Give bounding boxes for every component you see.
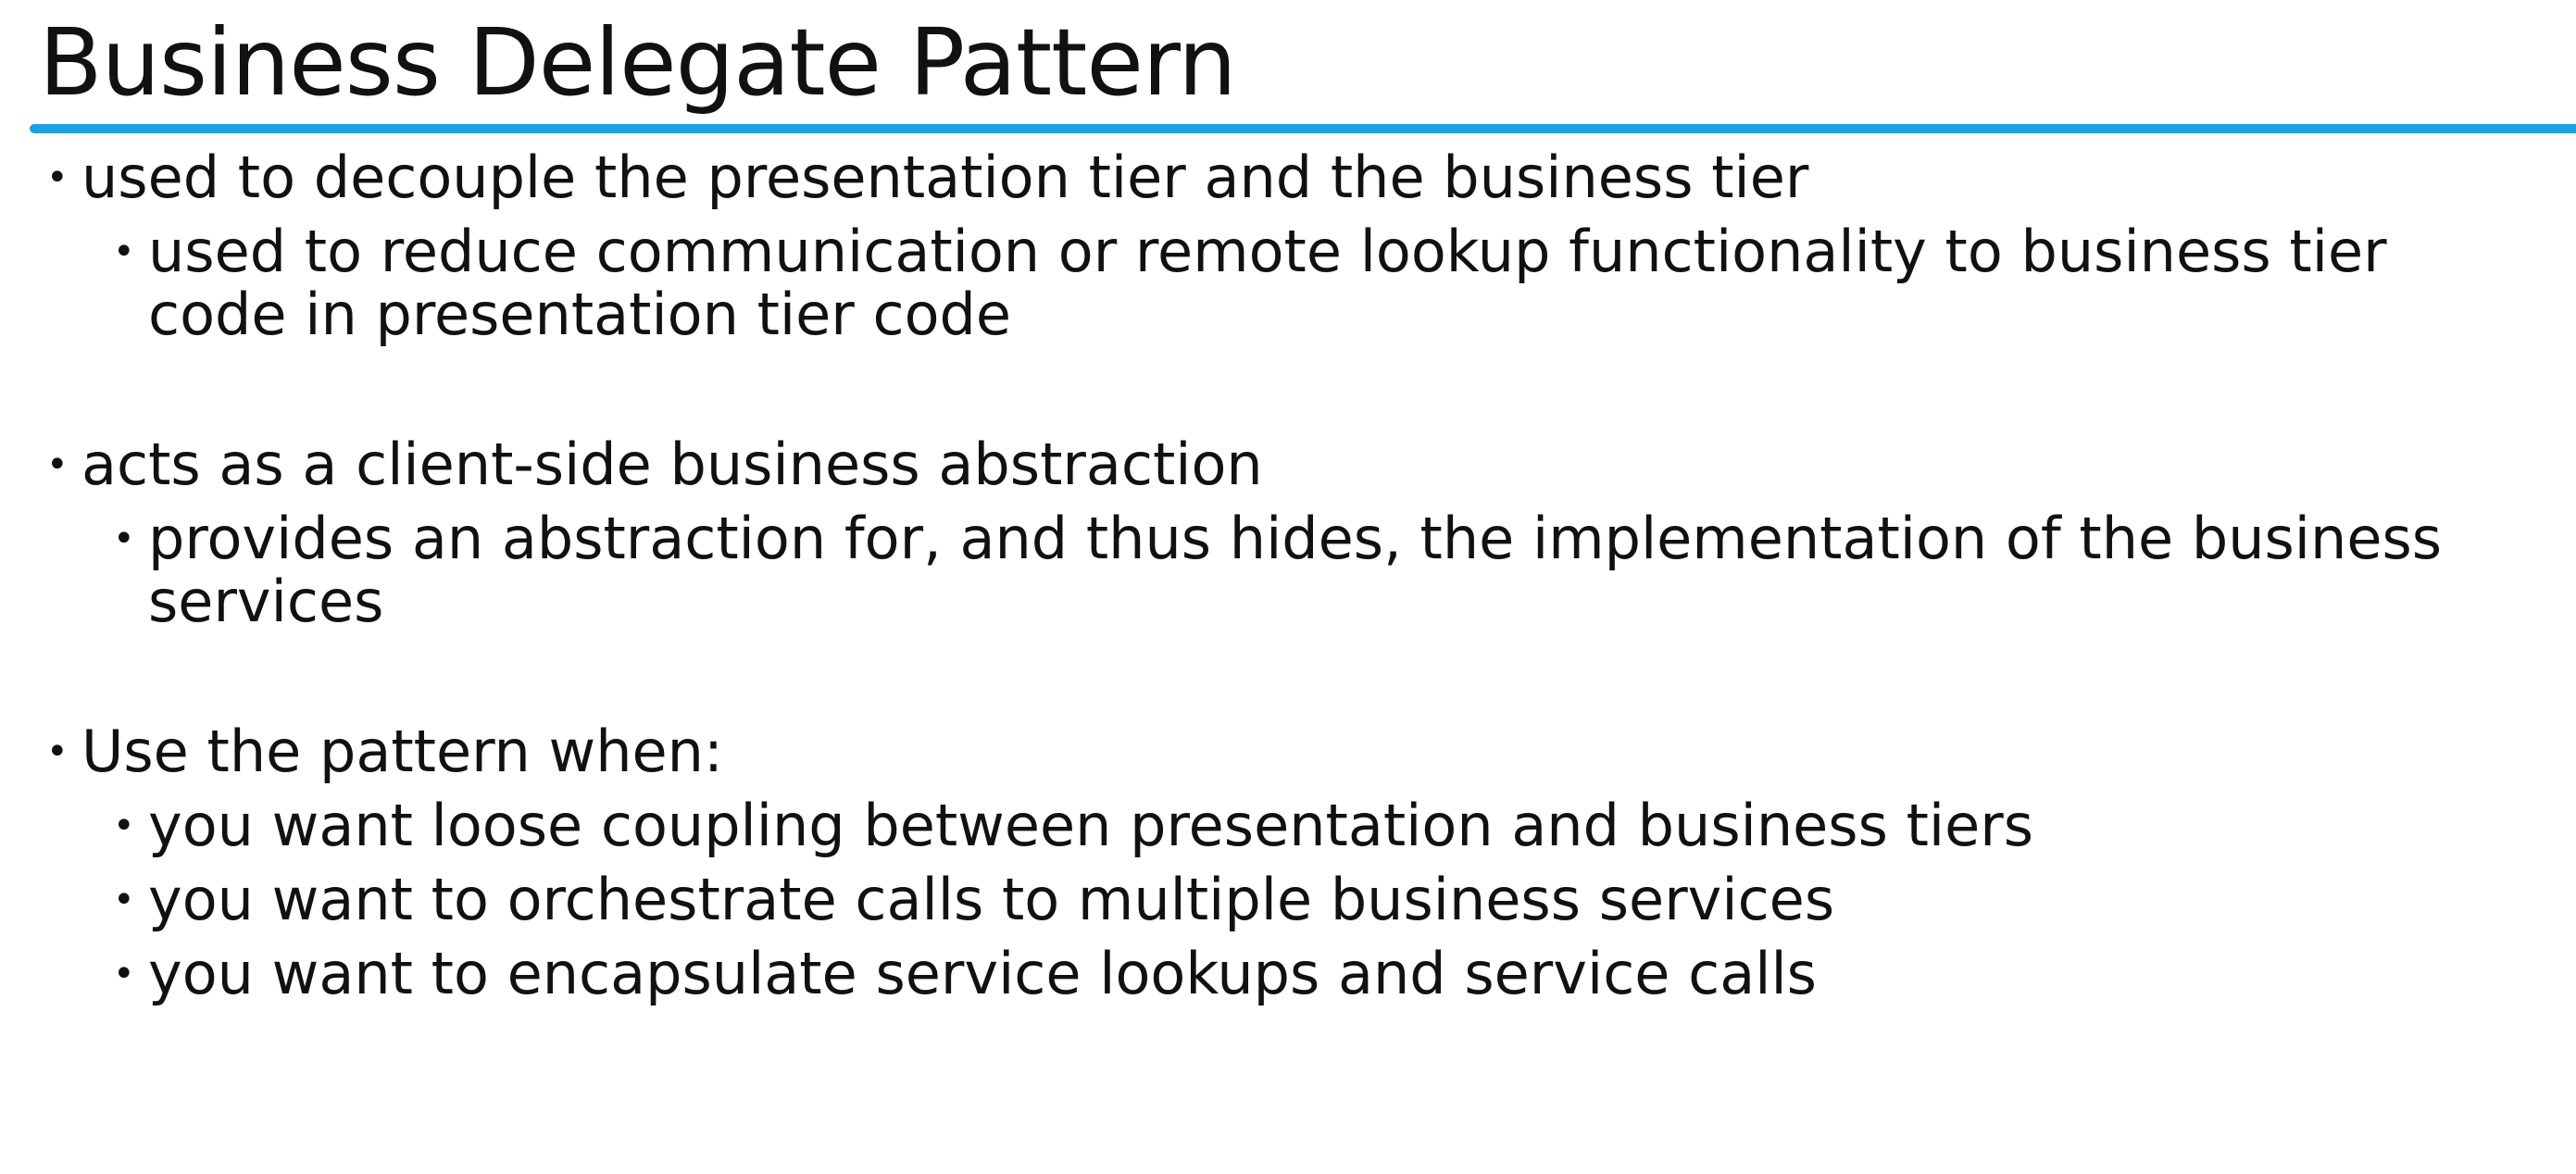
bullet-icon: •: [46, 443, 69, 486]
bullet-icon: •: [113, 879, 135, 921]
sub-bullet-text: provides an abstraction for, and thus hi…: [148, 505, 2443, 635]
sub-bullet-item: • you want to orchestrate calls to multi…: [46, 868, 2454, 931]
sub-bullet-item: • you want to encapsulate service lookup…: [46, 943, 2454, 1005]
sub-bullet-item: • provides an abstraction for, and thus …: [46, 507, 2454, 633]
bullet-text: acts as a client-side business abstracti…: [81, 431, 1263, 498]
sub-bullet-text: you want to encapsulate service lookups …: [148, 940, 1817, 1007]
slide-title: Business Delegate Pattern: [39, 8, 1237, 117]
title-underline: [30, 124, 2576, 133]
bullet-group-abstraction: • acts as a client-side business abstrac…: [46, 433, 2546, 633]
bullet-icon: •: [113, 518, 135, 560]
sub-bullet-text: you want to orchestrate calls to multipl…: [148, 866, 1835, 933]
sub-bullet-item: • used to reduce communication or remote…: [46, 220, 2454, 346]
bullet-item: • acts as a client-side business abstrac…: [46, 433, 2546, 496]
bullet-group-use-when: • Use the pattern when: • you want loose…: [46, 720, 2546, 1005]
sub-bullet-item: • you want loose coupling between presen…: [46, 794, 2454, 857]
bullet-list: • used to decouple the presentation tier…: [46, 146, 2546, 1093]
bullet-icon: •: [113, 231, 135, 273]
sub-bullet-text: you want loose coupling between presenta…: [148, 792, 2034, 859]
bullet-item: • used to decouple the presentation tier…: [46, 146, 2546, 209]
bullet-icon: •: [46, 731, 69, 773]
bullet-item: • Use the pattern when:: [46, 720, 2546, 783]
sub-bullet-text: used to reduce communication or remote l…: [148, 218, 2387, 348]
bullet-text: Use the pattern when:: [81, 718, 723, 785]
bullet-icon: •: [113, 805, 135, 847]
bullet-group-decouple: • used to decouple the presentation tier…: [46, 146, 2546, 346]
bullet-text: used to decouple the presentation tier a…: [81, 144, 1809, 211]
bullet-icon: •: [113, 953, 135, 995]
slide: Business Delegate Pattern • used to deco…: [0, 0, 2576, 1174]
bullet-icon: •: [46, 156, 69, 199]
